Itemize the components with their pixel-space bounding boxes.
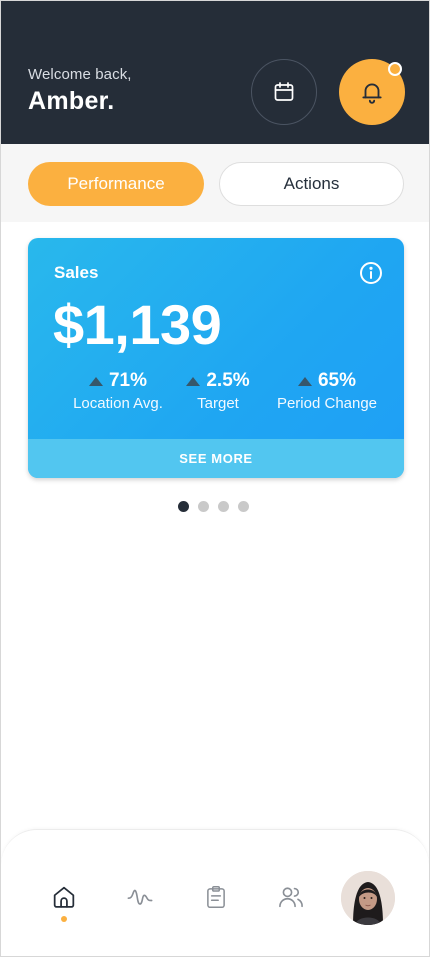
- pager-dot[interactable]: [178, 501, 189, 512]
- info-icon[interactable]: [359, 261, 383, 285]
- trend-up-icon: [186, 376, 201, 386]
- trend-up-icon: [88, 376, 103, 386]
- stat-target: 2.5% Target: [178, 370, 258, 412]
- calendar-icon: [274, 82, 294, 101]
- pager-dot[interactable]: [198, 501, 209, 512]
- activity-icon: [127, 889, 153, 905]
- nav-activity[interactable]: [122, 879, 158, 915]
- welcome-text: Welcome back,: [28, 66, 132, 83]
- card-title: Sales: [54, 263, 99, 282]
- nav-active-indicator: [61, 916, 67, 922]
- notification-badge: [388, 62, 402, 76]
- sales-card: Sales $1,139 71% Location Avg. 2.5% Targ…: [28, 238, 404, 478]
- app-frame: Welcome back, Amber. Performance Actions…: [0, 0, 430, 957]
- stat-location-avg: 71% Location Avg.: [50, 370, 186, 412]
- pager-dot[interactable]: [238, 501, 249, 512]
- trend-up-icon: [297, 376, 312, 386]
- pager-dot[interactable]: [218, 501, 229, 512]
- stat-period-change: 65% Period Change: [272, 370, 382, 412]
- see-more-button[interactable]: SEE MORE: [28, 439, 404, 478]
- tab-performance[interactable]: Performance: [28, 162, 204, 206]
- stat-value: 2.5%: [206, 370, 250, 391]
- stat-label: Period Change: [276, 395, 378, 412]
- home-icon: [53, 886, 75, 908]
- users-icon: [279, 887, 303, 908]
- nav-team[interactable]: [273, 879, 309, 915]
- bell-icon: [362, 83, 382, 104]
- nav-home[interactable]: [46, 879, 82, 915]
- stat-value: 71%: [108, 370, 148, 391]
- nav-tasks[interactable]: [198, 879, 234, 915]
- stat-label: Target: [197, 395, 239, 412]
- sales-amount: $1,139: [53, 293, 222, 356]
- stat-label: Location Avg.: [73, 395, 163, 412]
- clipboard-icon: [207, 885, 225, 909]
- pager-dots: [178, 501, 249, 512]
- header: Welcome back, Amber.: [1, 1, 429, 144]
- profile-photo: [341, 871, 395, 925]
- stat-value: 65%: [317, 370, 357, 391]
- user-name: Amber.: [28, 87, 115, 115]
- avatar[interactable]: [341, 871, 395, 925]
- tab-actions[interactable]: Actions: [219, 162, 404, 206]
- calendar-button[interactable]: [251, 59, 317, 125]
